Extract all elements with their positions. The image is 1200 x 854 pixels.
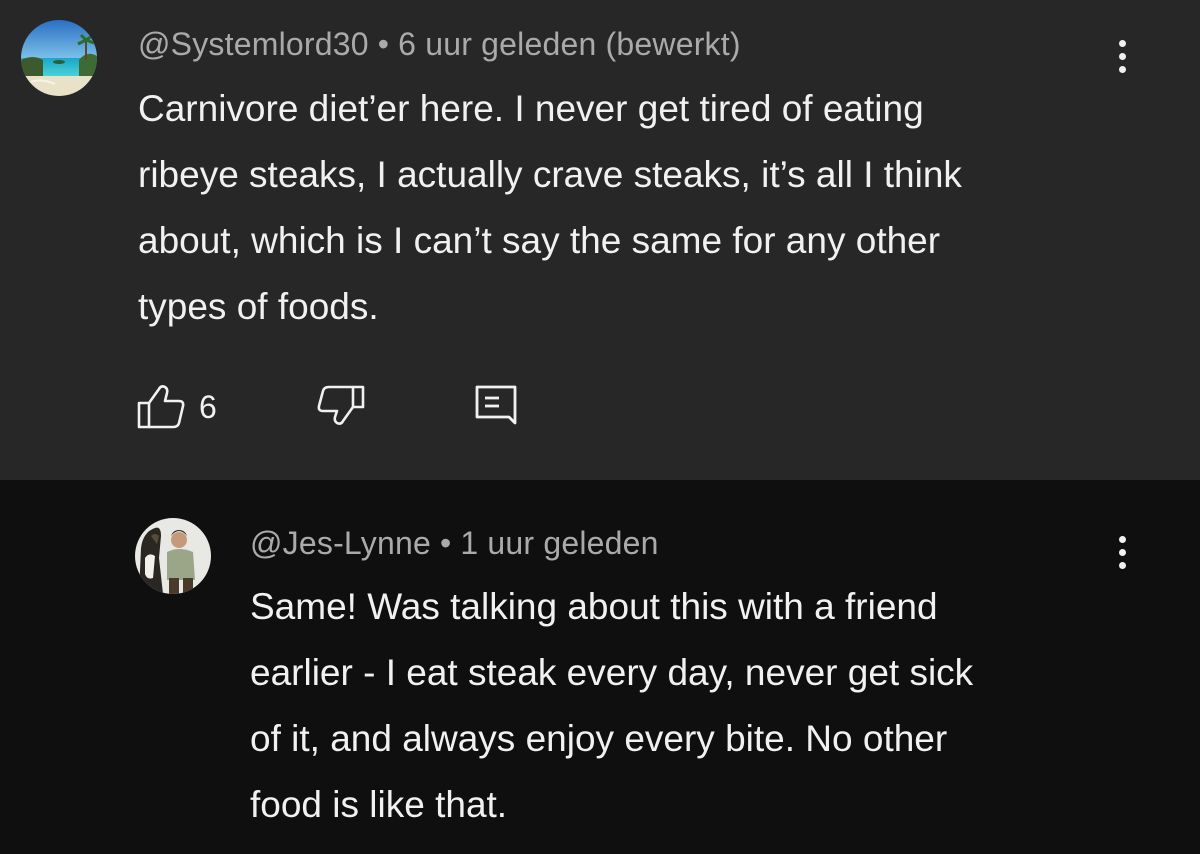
comment-meta: @Systemlord30 • 6 uur geleden (bewerkt)	[138, 26, 741, 63]
meta-separator: •	[377, 26, 390, 62]
comment-icon	[475, 385, 517, 425]
comment-text: Carnivore diet’er here. I never get tire…	[138, 76, 1098, 340]
like-button[interactable]: 6	[137, 383, 217, 429]
reply-text-line: of it, and always enjoy every bite. No o…	[250, 718, 948, 759]
thumbs-up-icon	[137, 385, 185, 429]
more-vertical-icon[interactable]	[1116, 40, 1128, 80]
avatar[interactable]	[21, 20, 97, 96]
reply-text-line: food is like that.	[250, 784, 508, 825]
comment-text-line: about, which is I can’t say the same for…	[138, 220, 941, 261]
reply-text: Same! Was talking about this with a frie…	[250, 574, 1130, 838]
comment-text-line: Carnivore diet’er here. I never get tire…	[138, 88, 924, 129]
dislike-button[interactable]	[315, 383, 365, 429]
more-vertical-icon[interactable]	[1116, 536, 1128, 576]
comment-text-line: types of foods.	[138, 286, 379, 327]
author-name[interactable]: @Systemlord30	[138, 26, 369, 62]
author-name[interactable]: @Jes-Lynne	[250, 525, 431, 561]
comment-text-line: ribeye steaks, I actually crave steaks, …	[138, 154, 962, 195]
reply-text-line: earlier - I eat steak every day, never g…	[250, 652, 974, 693]
avatar[interactable]	[135, 518, 211, 594]
beach-avatar-image	[21, 20, 97, 96]
meta-separator: •	[439, 525, 452, 561]
comment-timestamp[interactable]: 1 uur geleden	[460, 525, 658, 561]
comment-meta: @Jes-Lynne • 1 uur geleden	[250, 525, 659, 562]
like-count: 6	[199, 389, 217, 425]
comment-thread-main: @Systemlord30 • 6 uur geleden (bewerkt) Ca…	[0, 0, 1200, 480]
reply-text-line: Same! Was talking about this with a frie…	[250, 586, 938, 627]
thumbs-down-icon	[317, 385, 365, 425]
person-with-horse-avatar-image	[135, 518, 211, 594]
comment-timestamp[interactable]: 6 uur geleden (bewerkt)	[398, 26, 741, 62]
reply-button[interactable]	[473, 383, 519, 429]
